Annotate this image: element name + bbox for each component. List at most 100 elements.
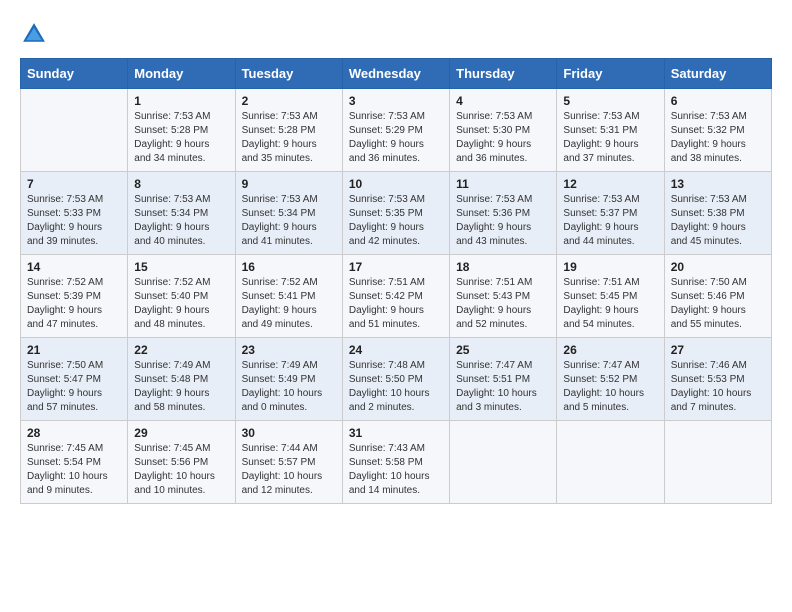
day-cell: 14 Sunrise: 7:52 AM Sunset: 5:39 PM Dayli…	[21, 255, 128, 338]
day-cell: 3Sunrise: 7:53 AM Sunset: 5:29 PM Daylig…	[342, 89, 449, 172]
day-cell: 6Sunrise: 7:53 AM Sunset: 5:32 PM Daylig…	[664, 89, 771, 172]
day-info: Sunrise: 7:46 AM Sunset: 5:53 PM Dayligh…	[671, 359, 765, 415]
day-cell: 11 Sunrise: 7:53 AM Sunset: 5:36 PM Dayli…	[450, 172, 557, 255]
day-cell: 20Sunrise: 7:50 AM Sunset: 5:46 PM Dayli…	[664, 255, 771, 338]
day-cell: 9Sunrise: 7:53 AM Sunset: 5:34 PM Daylig…	[235, 172, 342, 255]
calendar-table: SundayMondayTuesdayWednesdayThursdayFrid…	[20, 58, 772, 504]
day-number: 25	[456, 343, 550, 357]
day-info: Sunrise: 7:52 AM Sunset: 5:39 PM Dayligh…	[27, 276, 121, 332]
header-cell-thursday: Thursday	[450, 59, 557, 89]
day-info: Sunrise: 7:53 AM Sunset: 5:37 PM Dayligh…	[563, 193, 657, 249]
day-number: 28	[27, 426, 121, 440]
day-number: 11	[456, 177, 550, 191]
day-number: 12	[563, 177, 657, 191]
day-info: Sunrise: 7:53 AM Sunset: 5:38 PM Dayligh…	[671, 193, 765, 249]
day-number: 2	[242, 94, 336, 108]
day-info: Sunrise: 7:43 AM Sunset: 5:58 PM Dayligh…	[349, 442, 443, 498]
week-row-1: 1 Sunrise: 7:53 AM Sunset: 5:28 PM Daylig…	[21, 89, 772, 172]
day-info: Sunrise: 7:53 AM Sunset: 5:31 PM Dayligh…	[563, 110, 657, 166]
day-cell: 29 Sunrise: 7:45 AM Sunset: 5:56 PM Dayli…	[128, 421, 235, 504]
day-info: Sunrise: 7:53 AM Sunset: 5:34 PM Dayligh…	[134, 193, 228, 249]
day-number: 30	[242, 426, 336, 440]
day-info: Sunrise: 7:45 AM Sunset: 5:56 PM Dayligh…	[134, 442, 228, 498]
header-cell-tuesday: Tuesday	[235, 59, 342, 89]
day-info: Sunrise: 7:53 AM Sunset: 5:29 PM Dayligh…	[349, 110, 443, 166]
day-number: 14	[27, 260, 121, 274]
day-info: Sunrise: 7:47 AM Sunset: 5:52 PM Dayligh…	[563, 359, 657, 415]
day-cell: 5 Sunrise: 7:53 AM Sunset: 5:31 PM Daylig…	[557, 89, 664, 172]
day-cell: 10Sunrise: 7:53 AM Sunset: 5:35 PM Dayli…	[342, 172, 449, 255]
day-cell	[664, 421, 771, 504]
day-info: Sunrise: 7:47 AM Sunset: 5:51 PM Dayligh…	[456, 359, 550, 415]
day-info: Sunrise: 7:53 AM Sunset: 5:28 PM Dayligh…	[134, 110, 228, 166]
day-info: Sunrise: 7:53 AM Sunset: 5:30 PM Dayligh…	[456, 110, 550, 166]
header-cell-monday: Monday	[128, 59, 235, 89]
day-cell: 25 Sunrise: 7:47 AM Sunset: 5:51 PM Dayli…	[450, 338, 557, 421]
day-number: 8	[134, 177, 228, 191]
calendar-header: SundayMondayTuesdayWednesdayThursdayFrid…	[21, 59, 772, 89]
day-number: 17	[349, 260, 443, 274]
day-cell: 27 Sunrise: 7:46 AM Sunset: 5:53 PM Dayli…	[664, 338, 771, 421]
calendar-body: 1 Sunrise: 7:53 AM Sunset: 5:28 PM Daylig…	[21, 89, 772, 504]
day-cell: 12 Sunrise: 7:53 AM Sunset: 5:37 PM Dayli…	[557, 172, 664, 255]
day-cell	[557, 421, 664, 504]
day-number: 13	[671, 177, 765, 191]
day-cell: 22Sunrise: 7:49 AM Sunset: 5:48 PM Dayli…	[128, 338, 235, 421]
day-number: 4	[456, 94, 550, 108]
day-cell: 28 Sunrise: 7:45 AM Sunset: 5:54 PM Dayli…	[21, 421, 128, 504]
day-info: Sunrise: 7:53 AM Sunset: 5:32 PM Dayligh…	[671, 110, 765, 166]
day-number: 22	[134, 343, 228, 357]
day-cell: 1 Sunrise: 7:53 AM Sunset: 5:28 PM Daylig…	[128, 89, 235, 172]
day-info: Sunrise: 7:51 AM Sunset: 5:42 PM Dayligh…	[349, 276, 443, 332]
logo	[20, 20, 52, 48]
day-number: 29	[134, 426, 228, 440]
day-number: 23	[242, 343, 336, 357]
day-cell: 30 Sunrise: 7:44 AM Sunset: 5:57 PM Dayli…	[235, 421, 342, 504]
week-row-4: 21 Sunrise: 7:50 AM Sunset: 5:47 PM Dayli…	[21, 338, 772, 421]
day-info: Sunrise: 7:53 AM Sunset: 5:33 PM Dayligh…	[27, 193, 121, 249]
day-cell: 7 Sunrise: 7:53 AM Sunset: 5:33 PM Daylig…	[21, 172, 128, 255]
day-cell: 13 Sunrise: 7:53 AM Sunset: 5:38 PM Dayli…	[664, 172, 771, 255]
day-info: Sunrise: 7:49 AM Sunset: 5:49 PM Dayligh…	[242, 359, 336, 415]
day-info: Sunrise: 7:51 AM Sunset: 5:43 PM Dayligh…	[456, 276, 550, 332]
header-cell-friday: Friday	[557, 59, 664, 89]
day-cell: 26 Sunrise: 7:47 AM Sunset: 5:52 PM Dayli…	[557, 338, 664, 421]
day-number: 18	[456, 260, 550, 274]
header-cell-saturday: Saturday	[664, 59, 771, 89]
day-info: Sunrise: 7:52 AM Sunset: 5:41 PM Dayligh…	[242, 276, 336, 332]
week-row-5: 28 Sunrise: 7:45 AM Sunset: 5:54 PM Dayli…	[21, 421, 772, 504]
day-number: 16	[242, 260, 336, 274]
day-cell: 17 Sunrise: 7:51 AM Sunset: 5:42 PM Dayli…	[342, 255, 449, 338]
day-number: 19	[563, 260, 657, 274]
day-cell: 21 Sunrise: 7:50 AM Sunset: 5:47 PM Dayli…	[21, 338, 128, 421]
week-row-2: 7 Sunrise: 7:53 AM Sunset: 5:33 PM Daylig…	[21, 172, 772, 255]
day-number: 27	[671, 343, 765, 357]
day-number: 1	[134, 94, 228, 108]
day-cell	[450, 421, 557, 504]
day-cell: 8 Sunrise: 7:53 AM Sunset: 5:34 PM Daylig…	[128, 172, 235, 255]
day-number: 31	[349, 426, 443, 440]
day-number: 24	[349, 343, 443, 357]
week-row-3: 14 Sunrise: 7:52 AM Sunset: 5:39 PM Dayli…	[21, 255, 772, 338]
day-cell: 24 Sunrise: 7:48 AM Sunset: 5:50 PM Dayli…	[342, 338, 449, 421]
day-info: Sunrise: 7:50 AM Sunset: 5:46 PM Dayligh…	[671, 276, 765, 332]
logo-icon	[20, 20, 48, 48]
day-info: Sunrise: 7:44 AM Sunset: 5:57 PM Dayligh…	[242, 442, 336, 498]
day-number: 15	[134, 260, 228, 274]
day-info: Sunrise: 7:53 AM Sunset: 5:28 PM Dayligh…	[242, 110, 336, 166]
day-cell	[21, 89, 128, 172]
day-number: 26	[563, 343, 657, 357]
header-cell-sunday: Sunday	[21, 59, 128, 89]
day-info: Sunrise: 7:53 AM Sunset: 5:36 PM Dayligh…	[456, 193, 550, 249]
day-number: 5	[563, 94, 657, 108]
day-cell: 19 Sunrise: 7:51 AM Sunset: 5:45 PM Dayli…	[557, 255, 664, 338]
day-info: Sunrise: 7:51 AM Sunset: 5:45 PM Dayligh…	[563, 276, 657, 332]
day-cell: 31 Sunrise: 7:43 AM Sunset: 5:58 PM Dayli…	[342, 421, 449, 504]
day-number: 21	[27, 343, 121, 357]
header-cell-wednesday: Wednesday	[342, 59, 449, 89]
day-info: Sunrise: 7:50 AM Sunset: 5:47 PM Dayligh…	[27, 359, 121, 415]
day-info: Sunrise: 7:48 AM Sunset: 5:50 PM Dayligh…	[349, 359, 443, 415]
day-number: 7	[27, 177, 121, 191]
day-number: 10	[349, 177, 443, 191]
day-info: Sunrise: 7:45 AM Sunset: 5:54 PM Dayligh…	[27, 442, 121, 498]
